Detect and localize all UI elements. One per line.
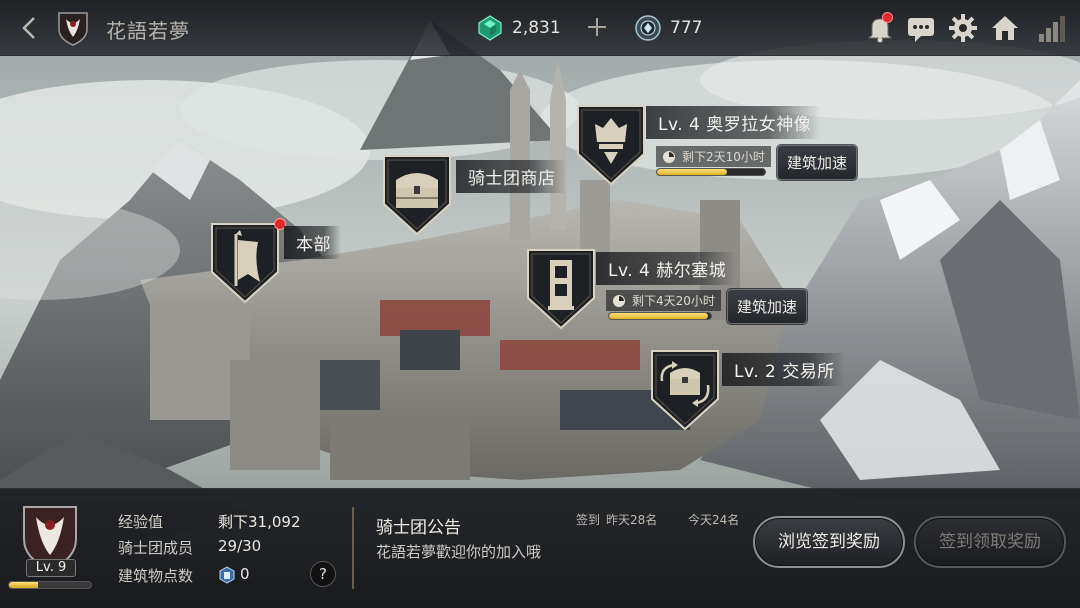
helsai-castle-label: Lv. 4 赫尔塞城 — [596, 252, 737, 285]
coin-count: 777 — [670, 18, 703, 38]
exp-label: 经验值 — [118, 513, 164, 531]
checkin-yesterday: 昨天28名 — [606, 513, 658, 527]
headquarters-label: 本部 — [284, 226, 341, 259]
castle-tower-icon — [548, 260, 574, 310]
building-goddess-statue[interactable]: Lv. 4 奥罗拉女神像 剩下2天10小时 建筑加速 — [574, 102, 864, 192]
checkin-label: 签到 — [576, 513, 601, 527]
helsai-castle-progress-bar — [608, 312, 712, 320]
gem-counter: 2,831 — [476, 13, 561, 43]
goddess-statue-timer: 剩下2天10小时 — [656, 146, 771, 167]
signal-icon — [1039, 16, 1065, 42]
guild-level-progress-fill — [9, 582, 38, 588]
browse-checkin-rewards-button[interactable]: 浏览签到奖励 — [753, 516, 905, 568]
goddess-statue-label: Lv. 4 奥罗拉女神像 — [646, 106, 822, 139]
treasure-chest-icon — [396, 173, 438, 208]
settings-button[interactable] — [947, 12, 979, 44]
help-button[interactable]: ? — [310, 561, 336, 587]
signal-indicator — [1036, 12, 1068, 44]
knight-shop-label: 骑士团商店 — [456, 160, 566, 193]
building-knight-shop[interactable]: 骑士团商店 — [380, 152, 580, 242]
members-value: 29/30 — [218, 537, 262, 555]
gem-count: 2,831 — [512, 18, 561, 38]
helsai-castle-progress-fill — [609, 313, 708, 319]
plus-icon — [588, 18, 606, 36]
notice-text: 花語若夢歡迎你的加入哦 — [376, 543, 542, 561]
guild-info-panel: Lv. 9 经验值 剩下31,092 骑士团成员 29/30 建筑物点数 0 ?… — [0, 488, 1080, 608]
home-button[interactable] — [989, 12, 1021, 44]
chat-icon — [908, 18, 934, 42]
helsai-castle-timer-text: 剩下4天20小时 — [632, 294, 715, 308]
helsai-castle-shield — [524, 246, 598, 332]
coin-icon — [635, 15, 661, 41]
gear-icon — [949, 14, 977, 42]
panel-divider — [352, 507, 354, 589]
members-label: 骑士团成员 — [118, 539, 194, 557]
goddess-statue-progress-fill — [657, 169, 728, 175]
knight-shop-shield — [380, 152, 454, 238]
top-bar: 花語若夢 2,831 777 — [0, 0, 1080, 56]
building-points-label: 建筑物点数 — [118, 567, 194, 585]
exp-value: 剩下31,092 — [218, 513, 301, 531]
exchange-shield — [648, 347, 722, 433]
clock-icon — [663, 150, 675, 163]
building-points-icon — [219, 566, 235, 584]
notification-button[interactable] — [864, 12, 896, 44]
guild-level: Lv. 9 — [26, 559, 76, 577]
goddess-statue-progress-bar — [656, 168, 766, 176]
building-exchange[interactable]: Lv. 2 交易所 — [648, 347, 848, 437]
add-gems-button[interactable] — [585, 15, 609, 39]
back-icon — [22, 17, 35, 39]
home-icon — [992, 16, 1018, 40]
building-points-value: 0 — [240, 565, 250, 583]
chat-button[interactable] — [905, 12, 937, 44]
goddess-statue-speedup-button[interactable]: 建筑加速 — [777, 145, 858, 180]
guild-level-progress-bar — [8, 581, 92, 589]
gem-icon — [478, 15, 502, 41]
back-button[interactable] — [16, 12, 42, 44]
notice-title: 骑士团公告 — [376, 518, 461, 538]
helsai-castle-timer: 剩下4天20小时 — [606, 290, 721, 311]
guild-emblem-icon — [54, 9, 92, 47]
coin-counter: 777 — [634, 13, 702, 43]
exchange-label: Lv. 2 交易所 — [722, 353, 845, 386]
goddess-statue-shield — [574, 102, 648, 188]
notification-dot — [882, 12, 893, 23]
headquarters-shield — [208, 220, 282, 306]
claim-checkin-rewards-button[interactable]: 签到领取奖励 — [914, 516, 1066, 568]
checkin-today: 今天24名 — [688, 513, 740, 527]
building-headquarters[interactable]: 本部 — [208, 218, 368, 310]
helsai-castle-speedup-button[interactable]: 建筑加速 — [727, 289, 808, 324]
clock-icon — [613, 294, 625, 307]
building-helsai-castle[interactable]: Lv. 4 赫尔塞城 剩下4天20小时 建筑加速 — [524, 246, 814, 336]
guild-name: 花語若夢 — [106, 19, 190, 43]
goddess-statue-timer-text: 剩下2天10小时 — [682, 150, 765, 164]
